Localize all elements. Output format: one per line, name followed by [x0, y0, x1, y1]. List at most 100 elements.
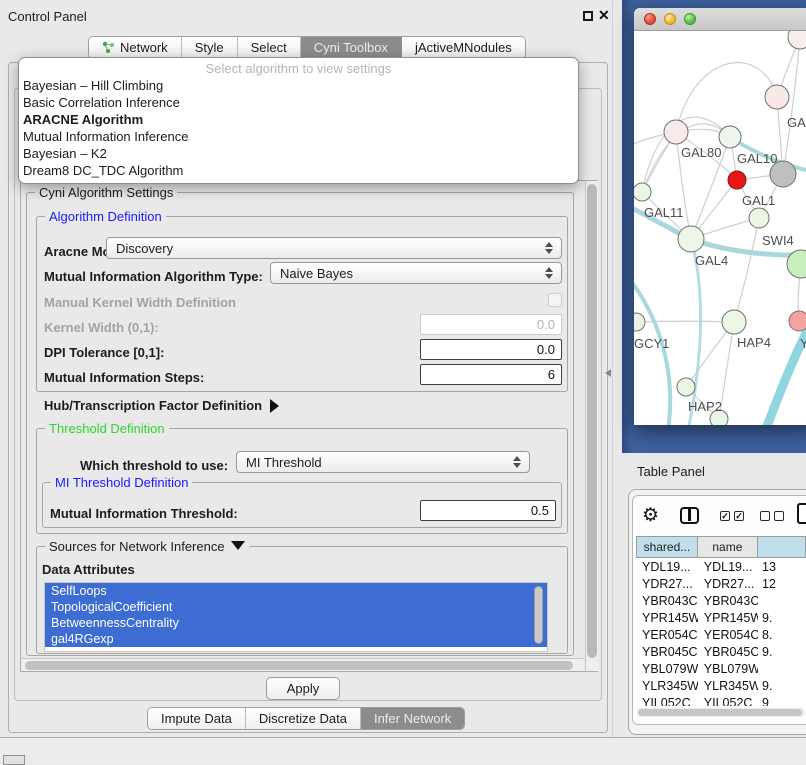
network-node[interactable] — [634, 183, 651, 201]
network-node[interactable] — [749, 208, 769, 228]
network-node[interactable] — [664, 120, 688, 144]
settings-horizontal-scrollbar[interactable] — [21, 658, 584, 671]
minimize-traffic-light-icon[interactable] — [664, 13, 676, 25]
network-canvas[interactable]: GALGAL80GAL10GAL1GAL11SWI4GAL4GCY1HAP4YH… — [634, 31, 806, 425]
tab-cyni-toolbox[interactable]: Cyni Toolbox — [301, 37, 402, 58]
table-cell: YBL079W — [636, 662, 698, 676]
tab-jactivemnodules[interactable]: jActiveMNodules — [402, 37, 525, 58]
node-label: GAL10 — [737, 151, 777, 166]
network-node[interactable] — [789, 311, 806, 331]
split-panel-icon[interactable] — [680, 507, 699, 524]
hub-definition-toggle[interactable]: Hub/Transcription Factor Definition — [44, 398, 279, 413]
table-body: YDL19...YDL19...13YDR27...YDR27...12YBR0… — [636, 558, 806, 706]
algorithm-option[interactable]: Dream8 DC_TDC Algorithm — [19, 162, 578, 179]
table-cell: YDL19... — [636, 560, 698, 574]
tab-impute-data[interactable]: Impute Data — [148, 708, 246, 729]
unchecked-checkbox-icon — [760, 511, 770, 521]
table-row[interactable]: YIL052CYIL052C9 — [636, 694, 806, 706]
table-row[interactable]: YLR345WYLR345W9. — [636, 677, 806, 694]
table-horizontal-scrollbar[interactable] — [637, 708, 805, 717]
dpi-tolerance-field[interactable] — [420, 339, 562, 360]
network-node[interactable] — [677, 378, 695, 396]
network-window-titlebar[interactable] — [634, 8, 806, 31]
network-node[interactable] — [765, 85, 789, 109]
network-node[interactable] — [634, 313, 645, 331]
settings-gear-icon[interactable]: ⚙ — [642, 504, 659, 527]
table-row[interactable]: YBL079WYBL079W — [636, 660, 806, 677]
collapsed-arrow-icon[interactable] — [270, 399, 279, 413]
selected-value: MI Threshold — [246, 455, 322, 470]
algorithm-option[interactable]: Bayesian – Hill Climbing — [19, 77, 578, 94]
column-header[interactable] — [758, 536, 806, 558]
mi-steps-label: Mutual Information Steps: — [44, 370, 204, 385]
network-node[interactable] — [788, 31, 806, 49]
deselect-all-columns-icon[interactable] — [760, 511, 784, 521]
network-graph[interactable]: GALGAL80GAL10GAL1GAL11SWI4GAL4GCY1HAP4YH… — [634, 31, 806, 425]
algorithm-option[interactable]: Basic Correlation Inference — [19, 94, 578, 111]
attribute-item[interactable]: SelfLoops — [45, 583, 547, 599]
close-icon[interactable]: ✕ — [598, 7, 610, 24]
sources-title: Sources for Network Inference — [49, 539, 225, 554]
tab-infer-network[interactable]: Infer Network — [361, 708, 464, 729]
column-header[interactable]: shared... — [636, 536, 698, 558]
close-traffic-light-icon[interactable] — [644, 13, 656, 25]
expanded-arrow-icon[interactable] — [231, 541, 245, 550]
attribute-item[interactable]: BetweennessCentrality — [45, 615, 547, 631]
data-attributes-label: Data Attributes — [42, 562, 135, 577]
table-row[interactable]: YBR045CYBR045C9. — [636, 643, 806, 660]
mi-algorithm-type-label: Mutual Information Algorithm Type: — [44, 269, 263, 284]
mi-steps-field[interactable] — [420, 364, 562, 385]
node-table[interactable]: shared...name YDL19...YDL19...13YDR27...… — [636, 536, 806, 706]
scrollbar-thumb[interactable] — [25, 661, 573, 670]
tab-style[interactable]: Style — [182, 37, 238, 58]
table-cell: YBL079W — [698, 662, 758, 676]
mi-threshold-label: Mutual Information Threshold: — [50, 506, 238, 521]
apply-button[interactable]: Apply — [266, 677, 340, 700]
collapsed-panel-button[interactable] — [3, 755, 25, 765]
scrollbar-thumb[interactable] — [587, 184, 597, 658]
select-all-columns-icon[interactable]: ✓ ✓ — [720, 511, 744, 521]
kernel-width-field[interactable] — [420, 314, 562, 335]
network-node[interactable] — [678, 226, 704, 252]
table-cell: 8. — [758, 628, 806, 642]
table-row[interactable]: YDR27...YDR27...12 — [636, 575, 806, 592]
table-row[interactable]: YER054CYER054C8. — [636, 626, 806, 643]
algorithm-option[interactable]: Mutual Information Inference — [19, 128, 578, 145]
table-row[interactable]: YBR043CYBR043C — [636, 592, 806, 609]
mi-threshold-field[interactable] — [420, 500, 556, 521]
table-header-row: shared...name — [636, 536, 806, 558]
algorithm-option[interactable]: ARACNE Algorithm — [19, 111, 578, 128]
mi-algorithm-type-select[interactable]: Naive Bayes — [270, 262, 562, 284]
sources-toggle[interactable]: Sources for Network Inference — [45, 539, 249, 554]
which-threshold-select[interactable]: MI Threshold — [236, 451, 530, 473]
attribute-item[interactable]: TopologicalCoefficient — [45, 599, 547, 615]
data-attributes-list[interactable]: SelfLoopsTopologicalCoefficientBetweenne… — [44, 582, 548, 652]
table-row[interactable]: YDL19...YDL19...13 — [636, 558, 806, 575]
column-header[interactable]: name — [698, 536, 758, 558]
table-cell: 9. — [758, 611, 806, 625]
network-node[interactable] — [722, 310, 746, 334]
checked-checkbox-icon: ✓ — [734, 511, 744, 521]
manual-kernel-checkbox[interactable] — [548, 293, 562, 307]
function-document-icon[interactable] — [797, 503, 806, 524]
scrollbar-thumb[interactable] — [638, 709, 802, 716]
attributes-scrollbar[interactable] — [534, 586, 543, 644]
tab-discretize-data[interactable]: Discretize Data — [246, 708, 361, 729]
network-icon — [102, 41, 115, 54]
table-cell: YIL052C — [636, 696, 698, 707]
float-window-icon[interactable] — [583, 11, 593, 21]
network-node[interactable] — [719, 126, 741, 148]
settings-vertical-scrollbar[interactable] — [585, 181, 598, 671]
attribute-item[interactable]: gal4RGexp — [45, 631, 547, 647]
table-row[interactable]: YPR145WYPR145W9. — [636, 609, 806, 626]
zoom-traffic-light-icon[interactable] — [684, 13, 696, 25]
panel-divider-arrow[interactable] — [605, 369, 611, 377]
aracne-mode-select[interactable]: Discovery — [106, 237, 562, 259]
tab-network[interactable]: Network — [89, 37, 182, 58]
tab-select[interactable]: Select — [238, 37, 301, 58]
network-window[interactable]: GALGAL80GAL10GAL1GAL11SWI4GAL4GCY1HAP4YH… — [634, 8, 806, 425]
network-node[interactable] — [728, 171, 746, 189]
hub-definition-label: Hub/Transcription Factor Definition — [44, 398, 262, 413]
algorithm-option[interactable]: Bayesian – K2 — [19, 145, 578, 162]
table-panel-title: Table Panel — [637, 464, 705, 479]
